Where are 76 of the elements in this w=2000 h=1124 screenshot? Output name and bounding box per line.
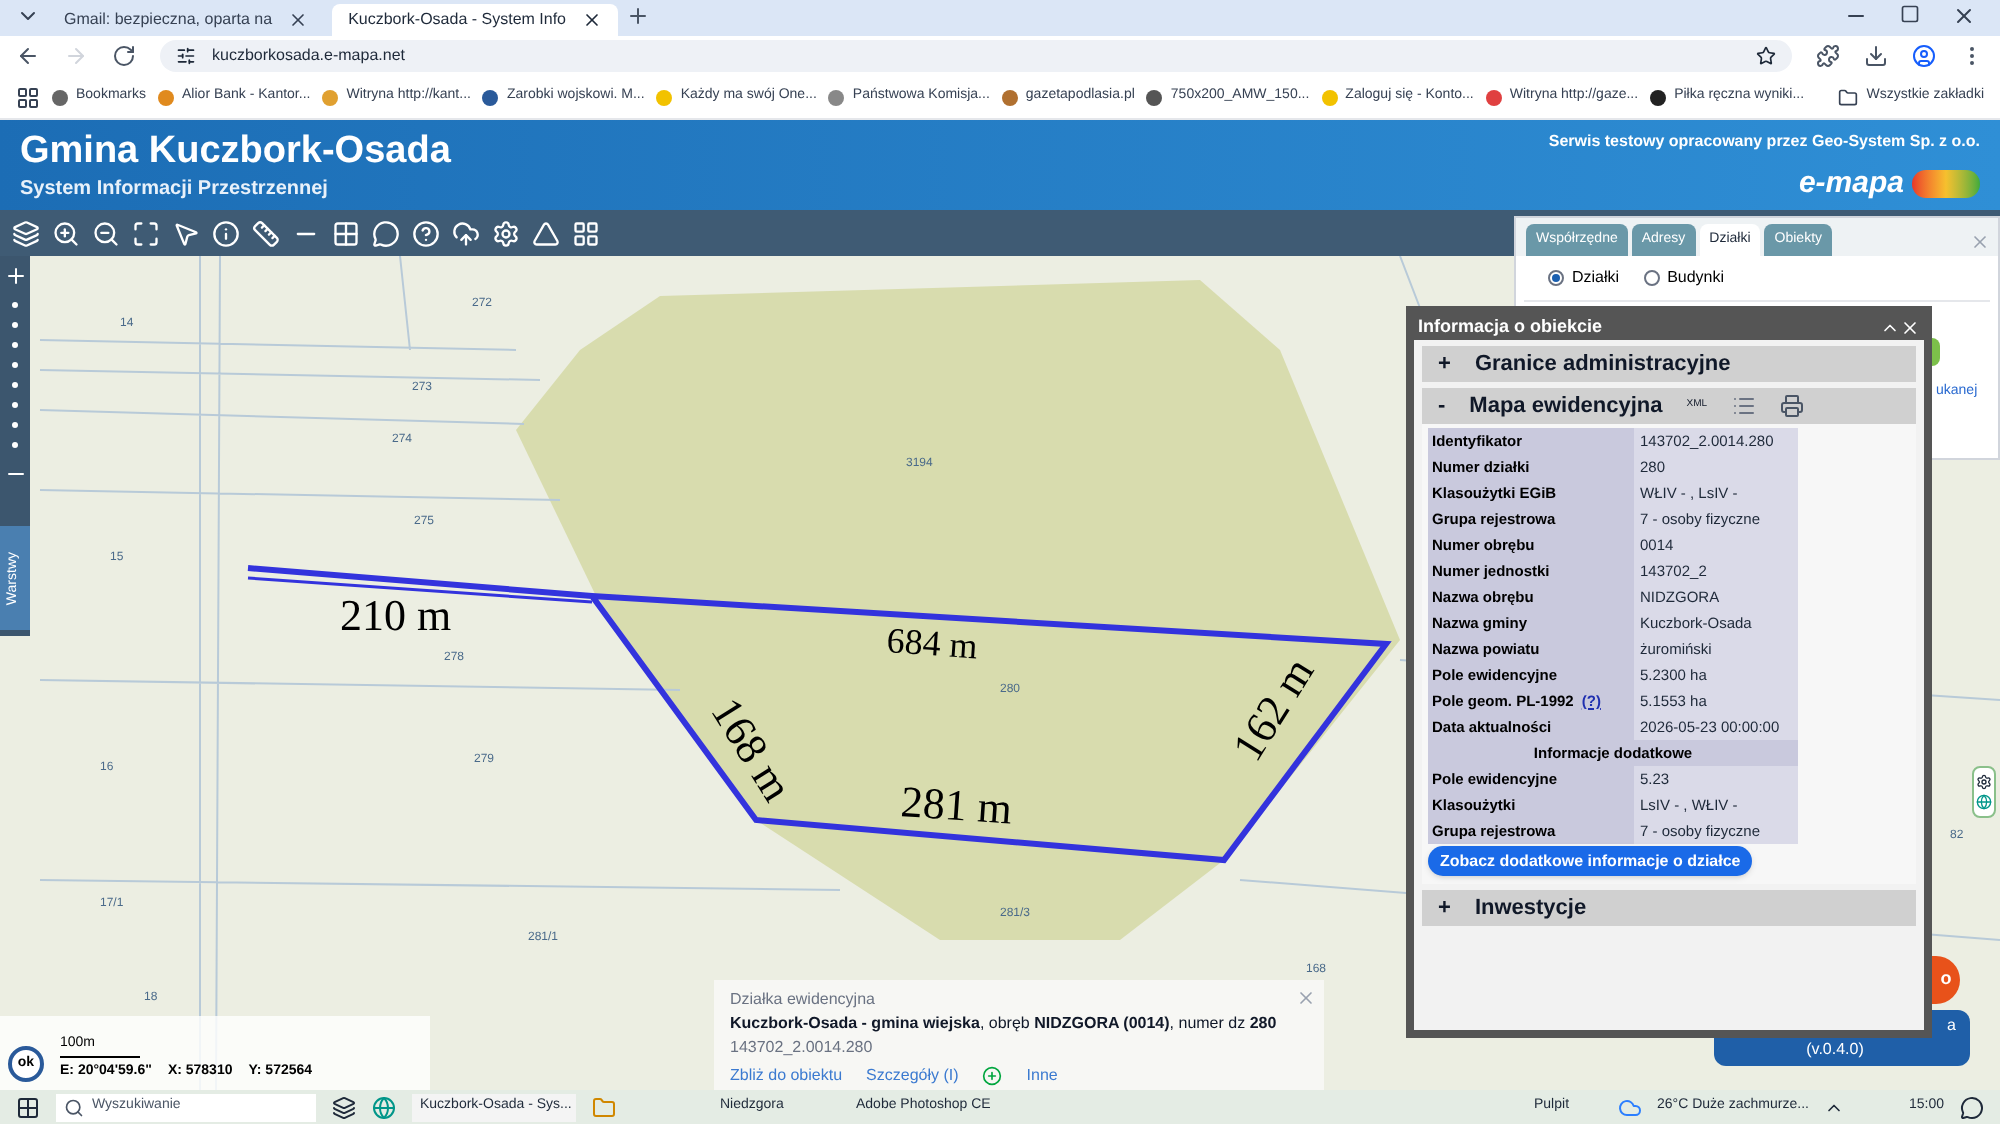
help-icon[interactable]	[412, 219, 440, 247]
bookmark-favicon-icon	[1650, 89, 1667, 105]
address-field[interactable]: kuczborkosada.e-mapa.net	[160, 40, 1792, 72]
zoom-in-icon[interactable]	[52, 219, 80, 247]
measurement-label: 281 m	[899, 776, 1014, 834]
logo-text: e-mapa	[1798, 164, 1904, 204]
zoom-in-icon[interactable]	[3, 264, 27, 288]
print-icon[interactable]	[1779, 394, 1804, 418]
task-view-icon[interactable]	[332, 1095, 356, 1119]
section-header[interactable]: + Inwestycje	[1422, 890, 1916, 926]
close-icon[interactable]	[582, 10, 602, 30]
info-icon[interactable]	[212, 219, 240, 247]
folder-icon	[1838, 87, 1859, 107]
tiles-icon[interactable]	[572, 219, 600, 247]
browser-tab[interactable]: Gmail: bezpieczna, oparta na	[48, 4, 325, 36]
full-extent-icon[interactable]	[132, 219, 160, 247]
bookmark-favicon-icon	[828, 89, 845, 105]
pointer-icon[interactable]	[172, 219, 200, 247]
bookmark-favicon-icon	[1146, 89, 1163, 105]
grid-icon[interactable]	[332, 219, 360, 247]
radio-icon[interactable]	[1548, 270, 1564, 286]
measurement-label: 210 m	[340, 590, 452, 640]
bookmark-favicon-icon	[482, 89, 499, 105]
close-icon[interactable]	[1952, 4, 1976, 28]
credit-text: Serwis testowy opracowany przez Geo-System Sp. z o.o.	[1548, 130, 1980, 154]
new-tab-icon[interactable]	[626, 4, 650, 28]
back-icon[interactable]	[16, 44, 40, 68]
ruler-icon[interactable]	[252, 219, 280, 247]
measurement-label: 684 m	[885, 620, 980, 667]
popup-description: Kuczbork-Osada - gmina wiejska, obręb NIDZGORA (0014), numer dz 280	[730, 1012, 1279, 1036]
triangle-icon[interactable]	[532, 219, 560, 247]
bookmark-favicon-icon	[656, 89, 673, 105]
bookmark-favicon-icon	[1321, 89, 1338, 105]
cloud-upload-icon[interactable]	[452, 219, 480, 247]
weather-icon	[1617, 1095, 1642, 1119]
speech-bubble-icon[interactable]	[372, 219, 400, 247]
popup-heading: Działka ewidencyjna	[730, 988, 875, 1012]
measurement-label: 162 m	[1222, 648, 1324, 770]
popup-link[interactable]: Inne	[1026, 1064, 1058, 1088]
more-info-button[interactable]: Zobacz dodatkowe informacje o działce	[1428, 846, 1753, 876]
globe-icon[interactable]	[1976, 794, 1992, 810]
logo-icon	[1912, 170, 1980, 199]
close-icon[interactable]	[288, 10, 309, 30]
section-header[interactable]: + Granice administracyjne	[1422, 346, 1916, 382]
close-icon[interactable]	[1900, 317, 1920, 337]
bookmark-favicon-icon	[1001, 89, 1018, 105]
extensions-icon[interactable]	[1816, 44, 1840, 68]
profile-icon[interactable]	[1912, 44, 1936, 68]
plus-icon[interactable]	[982, 1066, 1003, 1086]
radio-option[interactable]: Budynki	[1643, 266, 1725, 290]
popup-link[interactable]: Szczegóły (I)	[866, 1064, 959, 1088]
bookmark-star-icon[interactable]	[1756, 46, 1776, 66]
zoom-out-icon[interactable]	[92, 219, 120, 247]
site-settings-icon[interactable]	[176, 46, 196, 66]
bookmark-favicon-icon	[322, 89, 339, 105]
search-icon	[64, 1097, 84, 1117]
bookmark-favicon-icon	[158, 89, 175, 105]
apps-icon[interactable]	[16, 85, 40, 109]
settings-icon[interactable]	[1976, 774, 1992, 790]
start-icon[interactable]	[16, 1095, 40, 1119]
app-subtitle: System Informacji Przestrzennej	[20, 176, 330, 204]
app-title: Gmina Kuczbork-Osada	[20, 130, 451, 174]
bookmark-favicon-icon	[1485, 89, 1502, 105]
measurement-label: 168 m	[701, 688, 803, 810]
parcel-id: 143702_2.0014.280	[730, 1036, 875, 1060]
reload-icon[interactable]	[112, 44, 136, 68]
radio-icon[interactable]	[1643, 270, 1660, 286]
download-icon[interactable]	[1864, 44, 1888, 68]
browser-tab[interactable]: Kuczbork-Osada - System Info	[332, 4, 618, 36]
radio-option[interactable]: Działki	[1548, 266, 1620, 290]
notifications-icon[interactable]	[1960, 1095, 1984, 1119]
popup-link[interactable]: Zbliż do obiektu	[730, 1064, 843, 1088]
maximize-icon[interactable]	[1900, 4, 1920, 24]
layers-icon[interactable]	[12, 219, 40, 247]
panel-title: Informacja o obiekcie	[1418, 313, 1603, 340]
bookmark-favicon-icon	[52, 89, 68, 105]
